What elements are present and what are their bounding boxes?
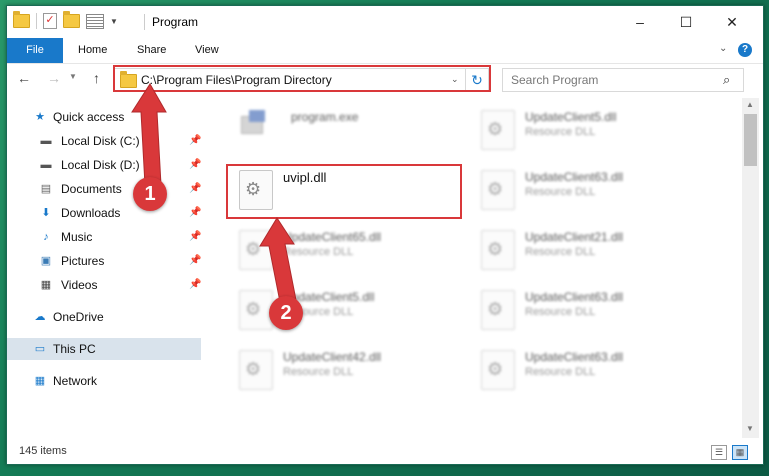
expand-ribbon-icon[interactable]: ⌄ [719,43,727,54]
file-highlight-box [226,164,462,219]
file-item[interactable]: ⚙ UpdateClient5.dll Resource DLL [475,106,705,150]
close-button[interactable]: ✕ [709,6,755,38]
minimize-button[interactable]: – [617,6,663,38]
sidebar-item-this-pc[interactable]: ▭ This PC [7,338,201,360]
sidebar-item-music[interactable]: ♪ Music 📌 [7,226,201,248]
vertical-scrollbar[interactable]: ▲ ▼ [742,98,759,438]
pictures-icon: ▣ [40,255,52,267]
tab-home[interactable]: Home [78,38,107,63]
scrollbar-thumb[interactable] [744,114,757,166]
title-bar: ✓ ▼ Program – ☐ ✕ [7,6,763,38]
file-item[interactable]: ⚙ UpdateClient21.dll Resource DLL [475,226,705,270]
drive-icon: ▬ [40,135,52,147]
network-icon: ▦ [34,375,46,387]
pin-icon[interactable]: 📌 [189,154,201,176]
step-1-badge: 1 [133,177,167,211]
pin-icon[interactable]: 📌 [189,130,201,152]
sidebar-item-documents[interactable]: ▤ Documents 📌 [7,178,202,200]
file-item[interactable]: ⚙ UpdateClient65.dll Resource DLL [233,226,463,270]
quick-access-toolbar: ✓ ▼ [13,11,118,29]
pin-icon[interactable]: 📌 [189,178,201,200]
explorer-window: ✓ ▼ Program – ☐ ✕ File Home Share View ⌄… [6,5,764,465]
pin-icon[interactable]: 📌 [189,202,201,224]
star-icon: ★ [35,111,45,123]
file-item[interactable]: ⚙ UpdateClient63.dll Resource DLL [475,346,705,390]
computer-icon: ▭ [34,343,46,355]
large-icons-view-icon[interactable]: ▦ [732,445,748,460]
tab-view[interactable]: View [195,38,219,63]
navigation-pane: ★ Quick access ▬ Local Disk (C:) 📌 ▬ Loc… [7,98,203,438]
drive-icon: ▬ [40,159,52,171]
videos-icon: ▦ [40,279,52,291]
sidebar-item-network[interactable]: ▦ Network [7,370,201,392]
step-2-badge: 2 [269,296,303,330]
forward-arrow-icon[interactable]: → [47,70,61,86]
item-count: 145 items [19,445,67,457]
dll-file-icon: ⚙ [481,290,515,330]
navigation-bar: ← → ▼ ↑ C:\Program Files\Program Directo… [7,64,763,94]
new-folder-icon[interactable] [63,11,80,28]
maximize-button[interactable]: ☐ [663,6,709,38]
search-placeholder: Search Program [511,73,599,87]
dll-file-icon: ⚙ [481,170,515,210]
scroll-up-icon[interactable]: ▲ [746,100,754,109]
details-view-icon[interactable]: ☰ [711,445,727,460]
pin-icon[interactable]: 📌 [189,250,201,272]
sidebar-item-onedrive[interactable]: ☁ OneDrive [7,306,201,328]
cloud-icon: ☁ [34,311,46,323]
tab-file[interactable]: File [7,38,63,63]
file-item[interactable]: program.exe [233,106,463,150]
executable-icon [241,110,267,134]
sidebar-item-local-disk-c[interactable]: ▬ Local Disk (C:) 📌 [7,130,202,152]
up-arrow-icon[interactable]: ↑ [93,70,100,86]
search-icon: ⌕ [723,72,731,87]
properties-icon[interactable]: ✓ [43,13,57,29]
view-options-icon[interactable] [86,13,104,29]
file-list: program.exe ⚙ UpdateClient5.dll Resource… [207,98,742,438]
scroll-down-icon[interactable]: ▼ [746,424,754,433]
pin-icon[interactable]: 📌 [189,226,201,248]
window-title: Program [152,15,199,29]
sidebar-item-downloads[interactable]: ⬇ Downloads 📌 [7,202,201,224]
file-item[interactable]: ⚙ UpdateClient63.dll Resource DLL [475,286,705,330]
sidebar-item-quick-access[interactable]: ★ Quick access [7,106,201,128]
downloads-icon: ⬇ [41,207,51,219]
address-highlight-box [113,65,491,92]
dll-file-icon: ⚙ [239,290,273,330]
dll-file-icon: ⚙ [239,350,273,390]
dll-file-icon: ⚙ [481,230,515,270]
file-item[interactable]: ⚙ UpdateClient5.dll Resource DLL [233,286,463,330]
folder-icon[interactable] [13,11,30,28]
search-input[interactable]: Search Program ⌕ [502,68,744,92]
dll-file-icon: ⚙ [481,110,515,150]
pin-icon[interactable]: 📌 [189,274,201,296]
help-icon[interactable]: ? [738,43,752,57]
recent-locations-icon[interactable]: ▼ [69,72,77,81]
dll-file-icon: ⚙ [239,230,273,270]
sidebar-item-local-disk-d[interactable]: ▬ Local Disk (D:) 📌 [7,154,202,176]
sidebar-item-pictures[interactable]: ▣ Pictures 📌 [7,250,202,272]
file-item[interactable]: ⚙ UpdateClient63.dll Resource DLL [475,166,705,210]
dll-file-icon: ⚙ [481,350,515,390]
documents-icon: ▤ [40,183,52,195]
music-icon: ♪ [43,231,49,243]
back-arrow-icon[interactable]: ← [17,70,31,86]
sidebar-item-videos[interactable]: ▦ Videos 📌 [7,274,202,296]
tab-share[interactable]: Share [137,38,166,63]
file-item[interactable]: ⚙ UpdateClient42.dll Resource DLL [233,346,463,390]
chevron-down-icon[interactable]: ▼ [110,17,118,26]
ribbon-tabs: File Home Share View ⌄ ? [7,38,763,64]
status-bar: 145 items ☰ ▦ [7,440,763,464]
